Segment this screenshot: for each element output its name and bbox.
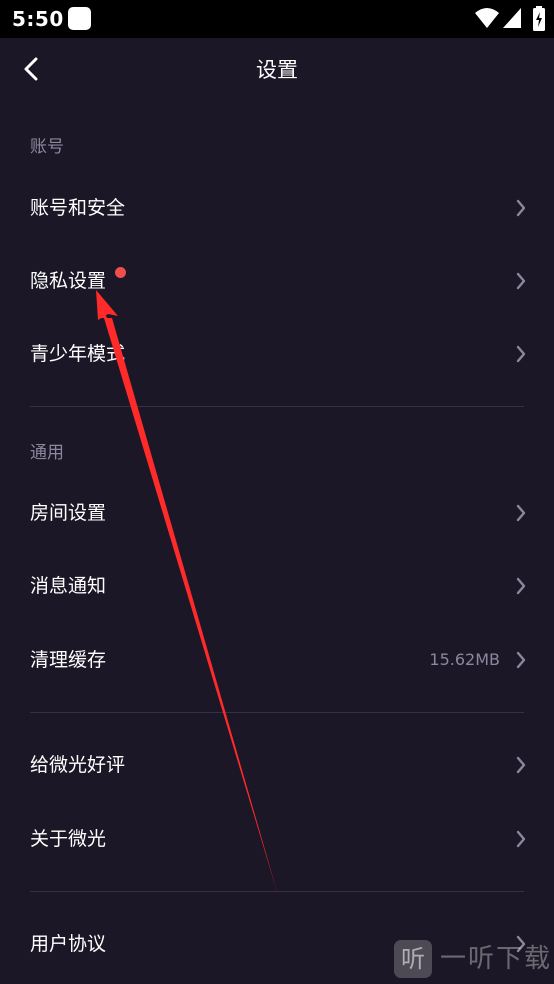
- settings-item-label: 给微光好评: [30, 754, 126, 776]
- app-header: 设置: [0, 38, 554, 102]
- settings-item-label: 青少年模式: [30, 343, 126, 365]
- page-title: 设置: [256, 58, 298, 82]
- battery-charging-icon: [533, 6, 545, 31]
- chevron-right-icon: [516, 272, 526, 290]
- watermark-logo: 听: [394, 940, 432, 978]
- settings-item-privacy[interactable]: 隐私设置: [0, 251, 554, 311]
- signal-icon: [503, 8, 521, 28]
- watermark: 听 一听下载: [392, 938, 554, 984]
- settings-item-label: 关于微光: [30, 828, 107, 850]
- chevron-right-icon: [516, 756, 526, 774]
- new-badge-dot: [115, 267, 126, 278]
- settings-item-clear-cache[interactable]: 清理缓存 15.62MB: [0, 630, 554, 690]
- section-divider: [30, 891, 524, 892]
- settings-item-room-settings[interactable]: 房间设置: [0, 483, 554, 543]
- chevron-right-icon: [516, 651, 526, 669]
- settings-item-about[interactable]: 关于微光: [0, 809, 554, 869]
- settings-item-label: 用户协议: [30, 933, 107, 955]
- back-button[interactable]: [14, 52, 48, 86]
- settings-item-label: 账号和安全: [30, 197, 126, 219]
- chevron-right-icon: [516, 199, 526, 217]
- settings-item-label: 隐私设置: [30, 270, 107, 292]
- chevron-left-icon: [24, 57, 38, 81]
- wifi-icon: [475, 8, 499, 28]
- cache-size-value: 15.62MB: [429, 650, 500, 669]
- section-label-account: 账号: [30, 137, 64, 157]
- settings-item-label: 消息通知: [30, 575, 107, 597]
- chevron-right-icon: [516, 830, 526, 848]
- status-time: 5:50: [12, 7, 64, 31]
- app-notification-icon: [68, 7, 91, 30]
- settings-item-rate-app[interactable]: 给微光好评: [0, 735, 554, 795]
- chevron-right-icon: [516, 345, 526, 363]
- settings-item-label: 房间设置: [30, 502, 107, 524]
- chevron-right-icon: [516, 577, 526, 595]
- watermark-text: 一听下载: [440, 944, 553, 974]
- section-divider: [30, 712, 524, 713]
- status-bar: 5:50: [0, 0, 554, 38]
- settings-item-label: 清理缓存: [30, 649, 107, 671]
- chevron-right-icon: [516, 504, 526, 522]
- section-divider: [30, 406, 524, 407]
- settings-item-notifications[interactable]: 消息通知: [0, 556, 554, 616]
- settings-item-account-security[interactable]: 账号和安全: [0, 178, 554, 238]
- section-label-general: 通用: [30, 443, 64, 463]
- settings-item-teen-mode[interactable]: 青少年模式: [0, 324, 554, 384]
